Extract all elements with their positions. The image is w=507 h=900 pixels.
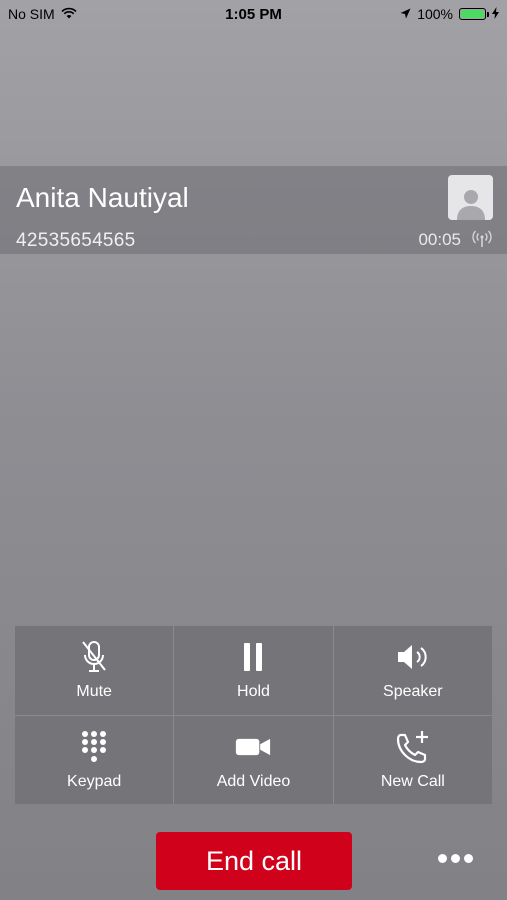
status-left: No SIM — [8, 6, 77, 22]
keypad-label: Keypad — [67, 772, 122, 790]
battery-percent: 100% — [417, 6, 453, 22]
call-controls-grid: Mute Hold Speaker Keypad Add Video New C… — [15, 626, 492, 804]
speaker-icon — [395, 639, 431, 675]
person-silhouette-icon — [448, 175, 493, 220]
caller-number: 42535654565 — [16, 230, 136, 251]
more-dot — [451, 854, 460, 863]
add-video-button[interactable]: Add Video — [174, 715, 333, 804]
speaker-button[interactable]: Speaker — [333, 626, 492, 715]
call-duration: 00:05 — [418, 230, 461, 249]
hold-label: Hold — [237, 683, 270, 701]
video-camera-icon — [235, 729, 271, 765]
mute-button[interactable]: Mute — [15, 626, 174, 715]
more-dots-icon[interactable] — [438, 854, 473, 863]
add-video-label: Add Video — [216, 772, 291, 790]
hold-button[interactable]: Hold — [174, 626, 333, 715]
status-right: 100% — [400, 6, 499, 22]
keypad-button[interactable]: Keypad — [15, 715, 174, 804]
end-call-button[interactable]: End call — [156, 832, 352, 890]
mute-label: Mute — [76, 683, 112, 701]
battery-icon — [459, 8, 489, 20]
pause-icon — [235, 639, 271, 675]
charging-bolt-icon — [492, 6, 499, 22]
more-dot — [438, 854, 447, 863]
more-dot — [464, 854, 473, 863]
new-call-label: New Call — [380, 772, 445, 790]
signal-waves-icon — [471, 228, 493, 250]
speaker-label: Speaker — [383, 683, 443, 701]
wifi-icon — [61, 6, 77, 22]
new-call-button[interactable]: New Call — [333, 715, 492, 804]
keypad-icon — [76, 729, 112, 765]
location-arrow-icon — [400, 6, 411, 22]
caller-name: Anita Nautiyal — [16, 182, 189, 213]
carrier-label: No SIM — [8, 6, 55, 22]
phone-plus-icon — [395, 729, 431, 765]
status-bar: No SIM 1:05 PM 100% — [0, 0, 507, 28]
caller-info-bar: Anita Nautiyal 42535654565 00:05 — [0, 166, 507, 254]
battery-fill — [461, 10, 484, 18]
mic-off-icon — [76, 639, 112, 675]
